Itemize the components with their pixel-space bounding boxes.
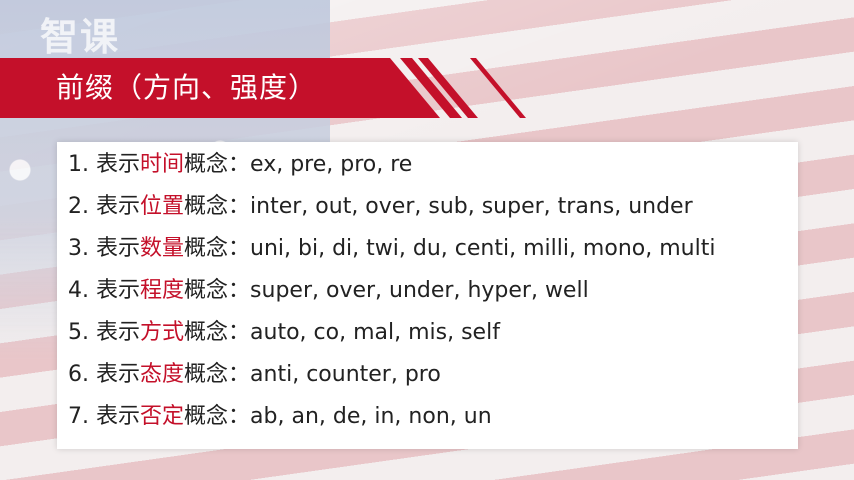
item-examples: ab, an, de, in, non, un <box>250 404 492 429</box>
item-highlight: 程度 <box>140 278 185 303</box>
item-pre: 表示 <box>96 152 141 177</box>
list-item: 2. 表示位置概念：inter, out, over, sub, super, … <box>68 188 715 230</box>
item-pre: 表示 <box>96 194 141 219</box>
item-pre: 表示 <box>96 362 141 387</box>
list-item: 6. 表示态度概念：anti, counter, pro <box>68 356 715 398</box>
item-highlight: 否定 <box>140 404 185 429</box>
list-item: 3. 表示数量概念：uni, bi, di, twi, du, centi, m… <box>68 230 715 272</box>
item-pre: 表示 <box>96 278 141 303</box>
item-number: 3. <box>68 236 89 261</box>
item-post: 概念： <box>184 194 251 219</box>
item-post: 概念： <box>184 236 251 261</box>
watermark-logo: 智课 <box>40 15 121 59</box>
item-post: 概念： <box>184 278 251 303</box>
item-post: 概念： <box>184 320 251 345</box>
item-pre: 表示 <box>96 404 141 429</box>
list-item: 5. 表示方式概念：auto, co, mal, mis, self <box>68 314 715 356</box>
item-highlight: 态度 <box>140 362 185 387</box>
item-examples: inter, out, over, sub, super, trans, und… <box>250 194 693 219</box>
list-item: 7. 表示否定概念：ab, an, de, in, non, un <box>68 398 715 440</box>
list-item: 1. 表示时间概念：ex, pre, pro, re <box>68 146 715 188</box>
item-highlight: 方式 <box>140 320 185 345</box>
item-pre: 表示 <box>96 236 141 261</box>
item-highlight: 位置 <box>140 194 185 219</box>
item-highlight: 时间 <box>140 152 185 177</box>
item-number: 1. <box>68 152 89 177</box>
item-examples: uni, bi, di, twi, du, centi, milli, mono… <box>250 236 716 261</box>
item-number: 6. <box>68 362 89 387</box>
item-examples: auto, co, mal, mis, self <box>250 320 500 345</box>
item-examples: anti, counter, pro <box>250 362 441 387</box>
item-number: 2. <box>68 194 89 219</box>
item-post: 概念： <box>184 152 251 177</box>
prefix-list: 1. 表示时间概念：ex, pre, pro, re 2. 表示位置概念：int… <box>68 146 715 440</box>
item-post: 概念： <box>184 404 251 429</box>
slide-title: 前缀（方向、强度） <box>56 71 318 104</box>
list-item: 4. 表示程度概念：super, over, under, hyper, wel… <box>68 272 715 314</box>
item-number: 7. <box>68 404 89 429</box>
item-number: 5. <box>68 320 89 345</box>
item-number: 4. <box>68 278 89 303</box>
item-examples: ex, pre, pro, re <box>250 152 413 177</box>
item-highlight: 数量 <box>140 236 185 261</box>
item-pre: 表示 <box>96 320 141 345</box>
item-examples: super, over, under, hyper, well <box>250 278 589 303</box>
item-post: 概念： <box>184 362 251 387</box>
